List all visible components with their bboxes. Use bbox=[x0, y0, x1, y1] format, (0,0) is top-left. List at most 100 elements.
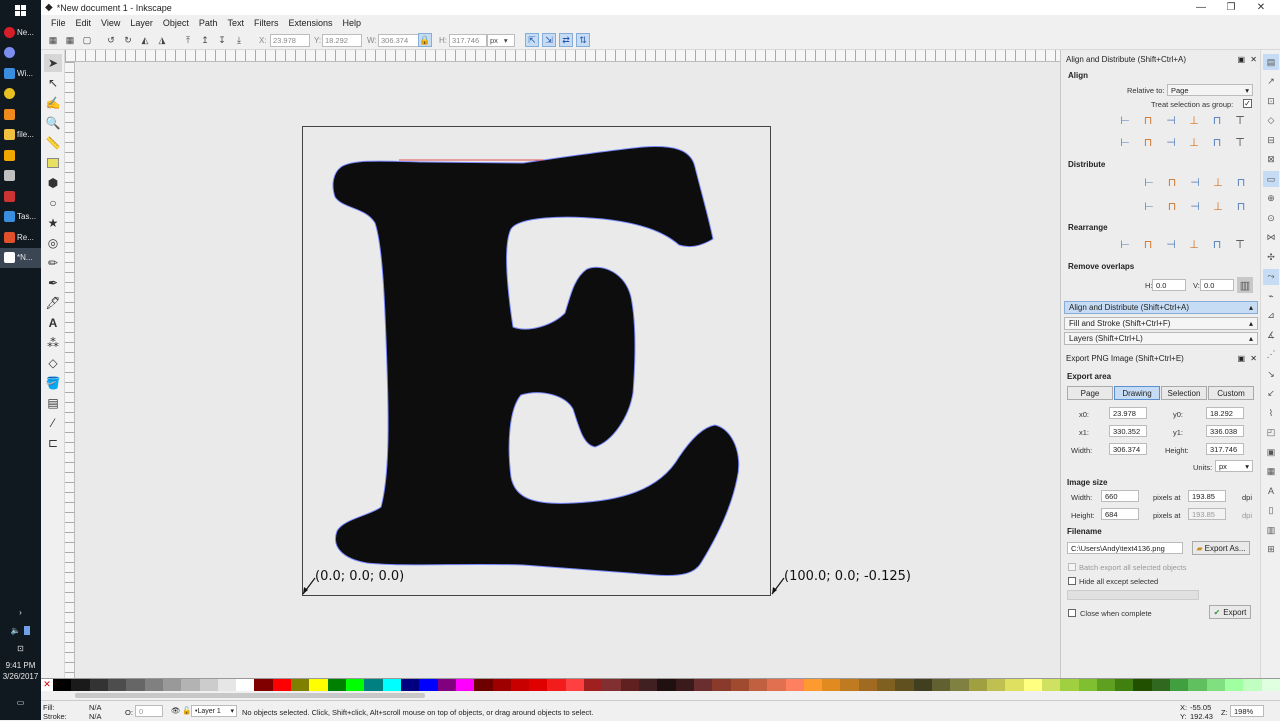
export-selection-button[interactable]: Selection bbox=[1161, 386, 1207, 400]
star-tool-icon[interactable]: ★ bbox=[44, 214, 62, 232]
overlap-v-input[interactable]: 0.0 bbox=[1200, 279, 1234, 291]
color-swatch[interactable] bbox=[474, 679, 493, 691]
scale-stroke-icon[interactable]: ⇱ bbox=[525, 33, 539, 47]
color-swatch[interactable] bbox=[1261, 679, 1280, 691]
calligraphy-tool-icon[interactable]: 🖋 bbox=[44, 294, 62, 312]
maximize-button[interactable]: ❐ bbox=[1216, 0, 1246, 15]
snap-option-icon[interactable]: A bbox=[1263, 483, 1279, 499]
color-swatch[interactable] bbox=[693, 679, 713, 691]
rearrange-icon[interactable]: ⊥ bbox=[1186, 236, 1202, 252]
distribute-icon[interactable]: ⊣ bbox=[1187, 174, 1203, 190]
color-swatch[interactable] bbox=[877, 679, 896, 691]
relative-to-select[interactable]: Page ▾ bbox=[1167, 84, 1253, 96]
export-units-select[interactable]: px ▾ bbox=[1215, 460, 1253, 472]
rearrange-icon[interactable]: ⊢ bbox=[1117, 236, 1133, 252]
color-swatch[interactable] bbox=[1078, 679, 1097, 691]
select-all-layers-icon[interactable]: ▦ bbox=[63, 33, 77, 47]
color-swatch[interactable] bbox=[1133, 679, 1152, 691]
color-swatch[interactable] bbox=[895, 679, 914, 691]
menu-edit[interactable]: Edit bbox=[71, 18, 97, 28]
menu-filters[interactable]: Filters bbox=[249, 18, 284, 28]
lower-to-bottom-icon[interactable]: ⤓ bbox=[232, 33, 246, 47]
deselect-icon[interactable]: ▢ bbox=[80, 33, 94, 47]
menu-file[interactable]: File bbox=[46, 18, 71, 28]
snap-option-icon[interactable]: ⌁ bbox=[1263, 288, 1279, 304]
action-center-icon[interactable]: ▭ bbox=[0, 692, 41, 712]
color-swatch[interactable] bbox=[785, 679, 804, 691]
y-input[interactable]: 18.292 bbox=[322, 34, 362, 47]
snap-option-icon[interactable]: ◰ bbox=[1263, 425, 1279, 441]
snap-option-icon[interactable]: ⊙ bbox=[1263, 210, 1279, 226]
scrollbar-thumb[interactable] bbox=[75, 693, 425, 698]
snap-option-icon[interactable]: ⊡ bbox=[1263, 93, 1279, 109]
color-swatch[interactable] bbox=[675, 679, 694, 691]
overlap-h-input[interactable]: 0.0 bbox=[1152, 279, 1186, 291]
color-swatch[interactable] bbox=[529, 679, 548, 691]
snap-option-icon[interactable]: ▥ bbox=[1263, 522, 1279, 538]
taskbar-item[interactable]: Wi... bbox=[0, 63, 41, 83]
align-vert-icon[interactable]: ⊣ bbox=[1163, 134, 1179, 150]
spray-tool-icon[interactable]: ⁂ bbox=[44, 334, 62, 352]
dpi-input-1[interactable]: 193.85 bbox=[1188, 490, 1226, 502]
align-icon[interactable]: ⊢ bbox=[1117, 112, 1133, 128]
snap-option-icon[interactable]: ⊞ bbox=[1263, 542, 1279, 558]
img-width-input[interactable]: 660 bbox=[1101, 490, 1139, 502]
close-panel-icon[interactable]: ✕ bbox=[1250, 354, 1257, 363]
export-button[interactable]: ✔ Export bbox=[1209, 605, 1251, 619]
tray-icons[interactable]: 🔈 bbox=[0, 620, 41, 640]
distribute-vert-icon[interactable]: ⊓ bbox=[1233, 198, 1249, 214]
align-vert-icon[interactable]: ⊢ bbox=[1117, 134, 1133, 150]
export-panel-header[interactable]: Export PNG Image (Shift+Ctrl+E) ▣ ✕ bbox=[1063, 352, 1259, 365]
align-vert-icon[interactable]: ⊓ bbox=[1209, 134, 1225, 150]
color-swatch[interactable] bbox=[89, 679, 108, 691]
color-swatch[interactable] bbox=[730, 679, 749, 691]
y1-input[interactable]: 336.038 bbox=[1206, 425, 1244, 437]
color-swatch[interactable] bbox=[107, 679, 127, 691]
color-swatch[interactable] bbox=[748, 679, 768, 691]
distribute-icon[interactable]: ⊓ bbox=[1164, 174, 1180, 190]
x1-input[interactable]: 330.352 bbox=[1109, 425, 1147, 437]
color-swatch[interactable] bbox=[602, 679, 621, 691]
rearrange-icon[interactable]: ⊤ bbox=[1232, 236, 1248, 252]
color-swatch[interactable] bbox=[455, 679, 475, 691]
show-hidden-icons-button[interactable]: › bbox=[0, 602, 41, 622]
drawing-canvas[interactable]: (0.0; 0.0; 0.0) (100.0; 0.0; -0.125) bbox=[75, 62, 1060, 678]
color-swatch[interactable] bbox=[254, 679, 273, 691]
letter-e-drawing[interactable] bbox=[303, 127, 772, 597]
remove-overlaps-icon[interactable]: ▥ bbox=[1237, 277, 1253, 293]
color-swatch[interactable] bbox=[1206, 679, 1225, 691]
gradient-tool-icon[interactable]: ▤ bbox=[44, 394, 62, 412]
opacity-input[interactable]: 0 bbox=[135, 705, 163, 717]
units-select[interactable]: px ▾ bbox=[487, 34, 515, 47]
layer-visibility-icon[interactable]: 👁 bbox=[171, 706, 181, 715]
flip-horizontal-icon[interactable]: ◭ bbox=[138, 33, 152, 47]
snap-option-icon[interactable]: ⊟ bbox=[1263, 132, 1279, 148]
align-icon[interactable]: ⊥ bbox=[1186, 112, 1202, 128]
color-swatch[interactable] bbox=[1243, 679, 1262, 691]
menu-extensions[interactable]: Extensions bbox=[283, 18, 337, 28]
taskbar-item[interactable] bbox=[0, 145, 41, 165]
tweak-tool-icon[interactable]: ✍ bbox=[44, 94, 62, 112]
align-icon[interactable]: ⊓ bbox=[1140, 112, 1156, 128]
color-swatch[interactable] bbox=[272, 679, 292, 691]
color-palette[interactable]: ✕ bbox=[41, 678, 1280, 691]
pencil-tool-icon[interactable]: ✏ bbox=[44, 254, 62, 272]
align-vert-icon[interactable]: ⊤ bbox=[1232, 134, 1248, 150]
color-swatch[interactable] bbox=[858, 679, 878, 691]
color-swatch[interactable] bbox=[767, 679, 786, 691]
taskbar-item[interactable] bbox=[0, 43, 41, 63]
color-swatch[interactable] bbox=[620, 679, 639, 691]
letter-e-path[interactable] bbox=[332, 146, 740, 576]
layer-select[interactable]: •Layer 1 ▾ bbox=[191, 705, 237, 717]
color-swatch[interactable] bbox=[144, 679, 163, 691]
dock-panel-icon[interactable]: ▣ bbox=[1237, 354, 1245, 363]
clock[interactable]: 9:41 PM 3/26/2017 bbox=[0, 660, 41, 682]
taskbar-item[interactable]: file... bbox=[0, 125, 41, 145]
color-swatch[interactable] bbox=[1170, 679, 1189, 691]
align-icon[interactable]: ⊓ bbox=[1209, 112, 1225, 128]
start-button[interactable] bbox=[0, 0, 41, 20]
distribute-vert-icon[interactable]: ⊣ bbox=[1187, 198, 1203, 214]
snap-option-icon[interactable]: ▤ bbox=[1263, 54, 1279, 70]
menu-layer[interactable]: Layer bbox=[125, 18, 158, 28]
color-swatch[interactable] bbox=[510, 679, 530, 691]
